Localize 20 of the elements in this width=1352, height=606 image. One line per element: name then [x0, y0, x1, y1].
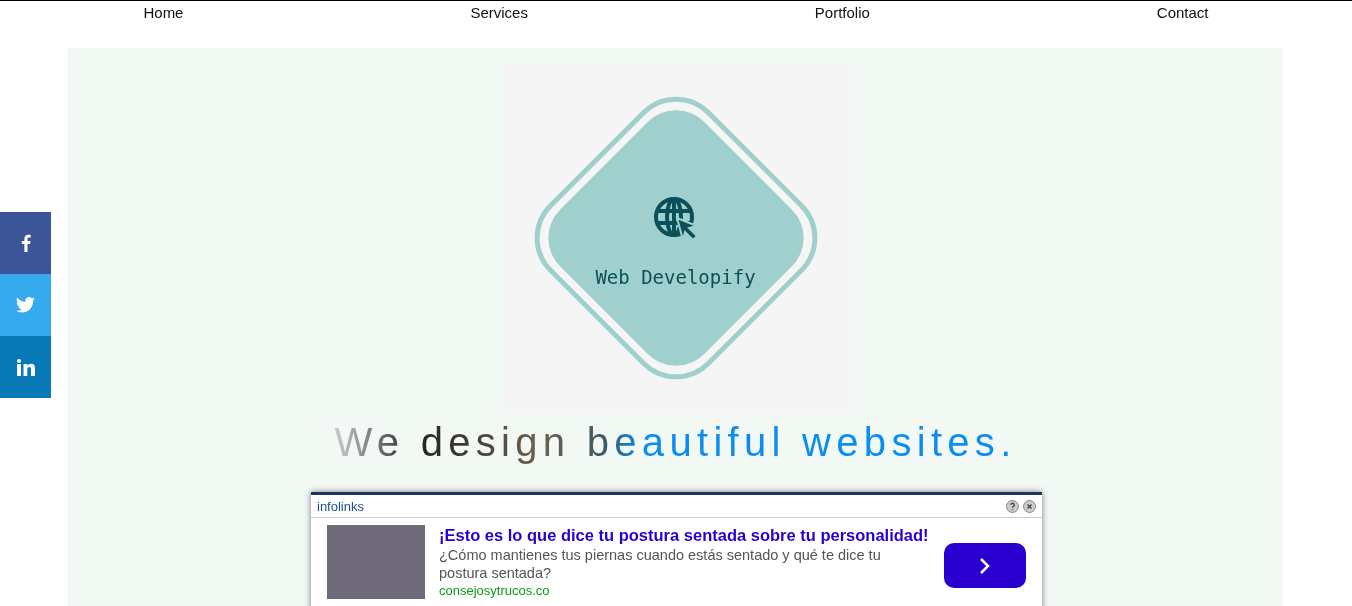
twitter-bird-icon	[16, 297, 35, 313]
close-icon[interactable]	[1023, 499, 1036, 513]
ad-source[interactable]: consejosytrucos.co	[439, 583, 930, 598]
nav-link[interactable]: Portfolio	[814, 4, 870, 21]
ad-description: ¿Cómo mantienes tus piernas cuando estás sentado y qué te dice tu postura sentada?	[439, 546, 882, 582]
logo-text: Web Developify	[595, 266, 756, 288]
share-button[interactable]	[0, 212, 51, 274]
globe-cursor-icon	[652, 196, 699, 242]
facebook-icon	[20, 234, 31, 252]
next-button[interactable]	[943, 543, 1026, 588]
nav-link[interactable]: Contact	[1156, 4, 1209, 21]
share-button[interactable]	[0, 336, 51, 398]
nav-link[interactable]: Services	[470, 4, 528, 21]
linkedin-icon	[16, 358, 35, 376]
share-button[interactable]	[0, 274, 51, 336]
nav-link[interactable]: Home	[143, 4, 184, 21]
help-icon[interactable]	[1006, 499, 1019, 513]
ad-brand: infolinks	[317, 498, 364, 514]
ad-title[interactable]: ¡Esto es lo que dice tu postura sentada sobre tu personalidad!	[439, 525, 929, 545]
chevron-icon	[978, 556, 991, 575]
